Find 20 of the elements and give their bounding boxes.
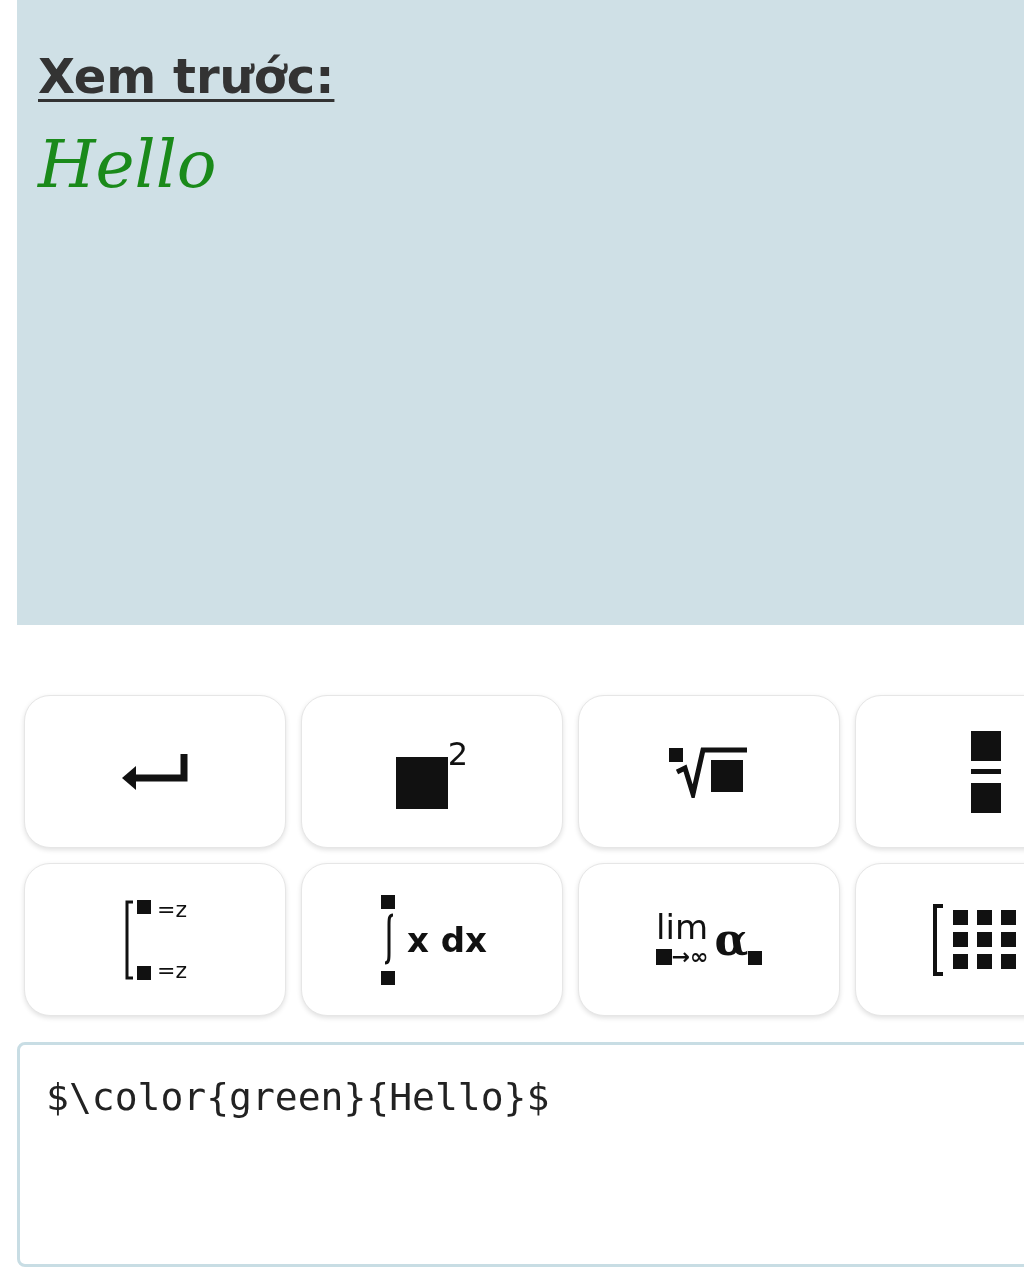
alpha-symbol: α	[714, 914, 749, 965]
square-icon	[395, 756, 448, 809]
root-icon	[669, 745, 749, 798]
bracket-icon	[123, 897, 153, 982]
preview-heading: Xem trước:	[38, 48, 335, 104]
square-icon	[748, 951, 763, 965]
root-button[interactable]	[578, 695, 840, 848]
exponent: 2	[447, 734, 469, 773]
limit-subscript: →∞	[671, 944, 709, 969]
square-icon	[655, 948, 672, 965]
input-field[interactable]: $\color{green}{Hello}$	[17, 1042, 1024, 1267]
integral-button[interactable]: x dx	[301, 863, 563, 1016]
power-button[interactable]: 2	[301, 695, 563, 848]
rendered-math: Hello	[38, 126, 217, 203]
integrand: x dx	[406, 919, 487, 960]
limit-label: lim	[656, 910, 709, 944]
bounds-button[interactable]: =z =z	[24, 863, 286, 1016]
upper-bound: =z	[157, 896, 187, 922]
lower-bound: =z	[157, 957, 187, 983]
fraction-icon	[971, 730, 1001, 813]
